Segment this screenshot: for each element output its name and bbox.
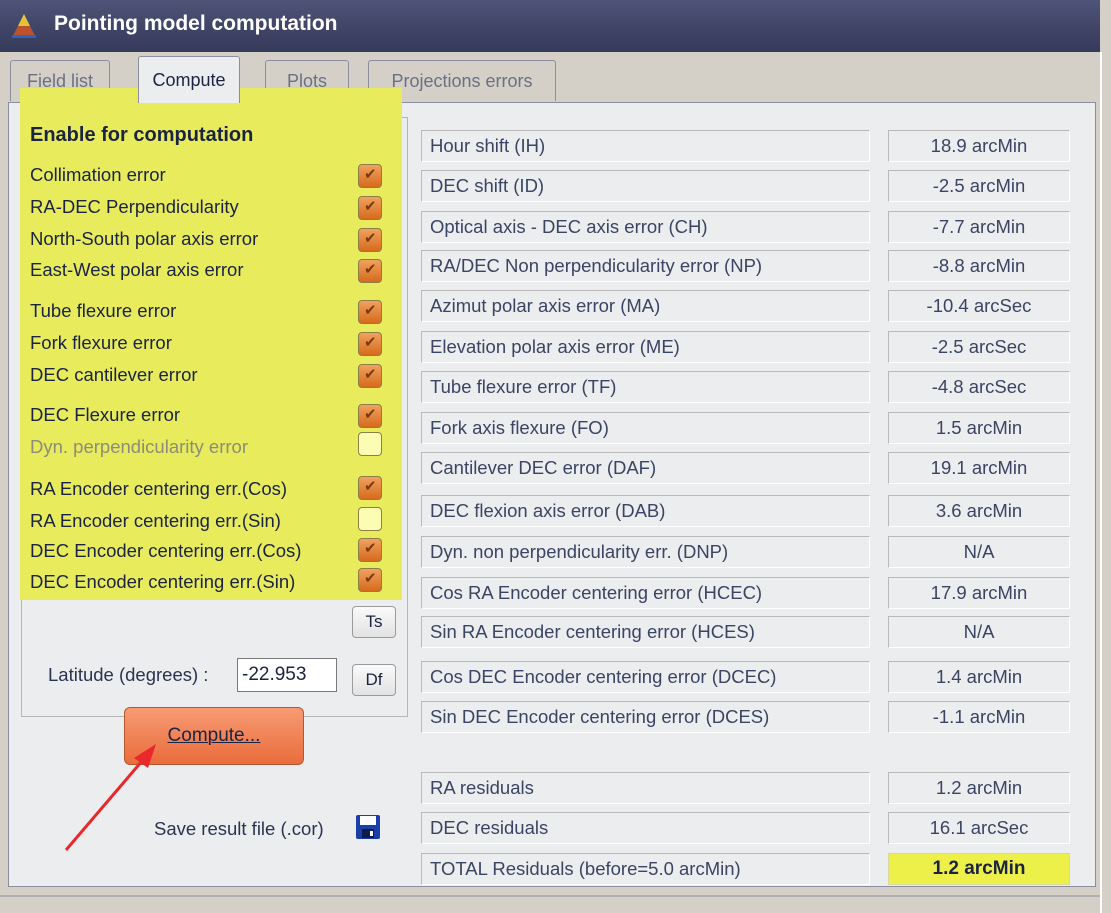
result-value: -10.4 arcSec — [888, 290, 1070, 322]
checkbox-label: Collimation error — [30, 164, 166, 185]
result-label: Elevation polar axis error (ME) — [421, 331, 870, 363]
latitude-input[interactable] — [237, 658, 337, 692]
compute-button-label: Compute... — [167, 725, 261, 746]
result-label: Cantilever DEC error (DAF) — [421, 452, 870, 484]
result-value: 1.4 arcMin — [888, 661, 1070, 693]
result-value: -2.5 arcMin — [888, 170, 1070, 202]
checkbox-label: Dyn. perpendicularity error — [30, 436, 248, 457]
result-label: Fork axis flexure (FO) — [421, 412, 870, 444]
result-label: Sin DEC Encoder centering error (DCES) — [421, 701, 870, 733]
result-label: Dyn. non perpendicularity err. (DNP) — [421, 536, 870, 568]
result-value: N/A — [888, 536, 1070, 568]
result-label: Azimut polar axis error (MA) — [421, 290, 870, 322]
checkbox-label: RA Encoder centering err.(Cos) — [30, 478, 288, 499]
checkbox-label: DEC cantilever error — [30, 364, 198, 385]
dec-residuals-value: 16.1 arcSec — [888, 812, 1070, 844]
ra-residuals-label: RA residuals — [421, 772, 870, 804]
result-value: -4.8 arcSec — [888, 371, 1070, 403]
result-label: Hour shift (IH) — [421, 130, 870, 162]
result-value: 3.6 arcMin — [888, 495, 1070, 527]
app-logo-icon — [12, 14, 36, 38]
dec-flexure-checkbox[interactable] — [358, 404, 382, 428]
result-value: 1.5 arcMin — [888, 412, 1070, 444]
enable-title: Enable for computation — [30, 124, 254, 146]
result-label: Tube flexure error (TF) — [421, 371, 870, 403]
east-west-polar-checkbox[interactable] — [358, 259, 382, 283]
checkbox-label: Tube flexure error — [30, 300, 177, 321]
result-label: Optical axis - DEC axis error (CH) — [421, 211, 870, 243]
result-value: 19.1 arcMin — [888, 452, 1070, 484]
north-south-polar-checkbox[interactable] — [358, 228, 382, 252]
checkbox-label: RA Encoder centering err.(Sin) — [30, 510, 281, 531]
result-label: RA/DEC Non perpendicularity error (NP) — [421, 250, 870, 282]
result-value: -7.7 arcMin — [888, 211, 1070, 243]
dec-residuals-label: DEC residuals — [421, 812, 870, 844]
ra-dec-perpendicularity-checkbox[interactable] — [358, 196, 382, 220]
save-disk-icon[interactable] — [355, 814, 381, 840]
total-residuals-value: 1.2 arcMin — [888, 853, 1070, 885]
collimation-checkbox[interactable] — [358, 164, 382, 188]
result-value: N/A — [888, 616, 1070, 648]
result-label: Sin RA Encoder centering error (HCES) — [421, 616, 870, 648]
result-value: 17.9 arcMin — [888, 577, 1070, 609]
latitude-label: Latitude (degrees) : — [48, 664, 209, 685]
checkbox-label: DEC Flexure error — [30, 404, 181, 425]
fork-flexure-checkbox[interactable] — [358, 332, 382, 356]
result-value: 18.9 arcMin — [888, 130, 1070, 162]
result-value: -8.8 arcMin — [888, 250, 1070, 282]
dyn-perpendicularity-checkbox[interactable] — [358, 432, 382, 456]
dec-encoder-sin-checkbox[interactable] — [358, 568, 382, 592]
ts-button[interactable]: Ts — [352, 606, 396, 638]
window-title: Pointing model computation — [54, 12, 338, 35]
title-bar: Pointing model computation — [0, 0, 1100, 52]
result-value: -2.5 arcSec — [888, 331, 1070, 363]
tab-compute[interactable]: Compute — [138, 56, 240, 103]
result-label: Cos RA Encoder centering error (HCEC) — [421, 577, 870, 609]
dec-encoder-cos-checkbox[interactable] — [358, 538, 382, 562]
result-value: -1.1 arcMin — [888, 701, 1070, 733]
ra-encoder-cos-checkbox[interactable] — [358, 476, 382, 500]
checkbox-label: East-West polar axis error — [30, 259, 244, 280]
checkbox-label: North-South polar axis error — [30, 228, 259, 249]
tube-flexure-checkbox[interactable] — [358, 300, 382, 324]
ra-residuals-value: 1.2 arcMin — [888, 772, 1070, 804]
checkbox-label: RA-DEC Perpendicularity — [30, 196, 239, 217]
checkbox-label: DEC Encoder centering err.(Sin) — [30, 571, 296, 592]
ra-encoder-sin-checkbox[interactable] — [358, 507, 382, 531]
result-label: DEC flexion axis error (DAB) — [421, 495, 870, 527]
window-bottom-border — [0, 895, 1100, 897]
checkbox-label: Fork flexure error — [30, 332, 172, 353]
save-result-label: Save result file (.cor) — [154, 818, 324, 839]
checkbox-label: DEC Encoder centering err.(Cos) — [30, 540, 302, 561]
dec-cantilever-checkbox[interactable] — [358, 364, 382, 388]
result-label: DEC shift (ID) — [421, 170, 870, 202]
total-residuals-label: TOTAL Residuals (before=5.0 arcMin) — [421, 853, 870, 885]
result-label: Cos DEC Encoder centering error (DCEC) — [421, 661, 870, 693]
df-button[interactable]: Df — [352, 664, 396, 696]
